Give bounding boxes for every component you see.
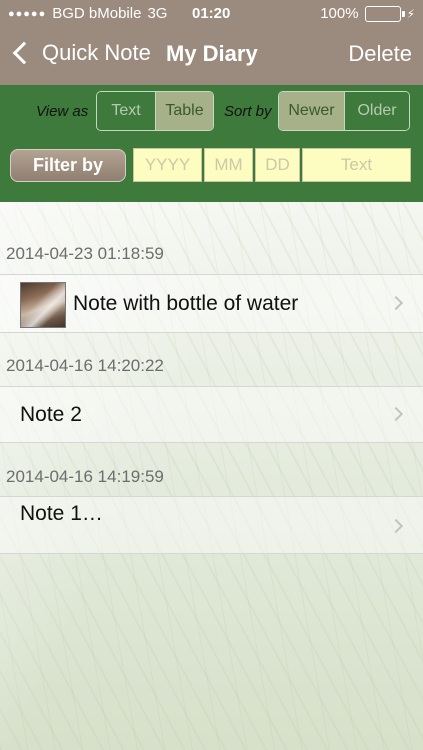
carrier-name: BGD bMobile: [52, 5, 142, 22]
list-item[interactable]: Note with bottle of water: [0, 274, 423, 333]
delete-button[interactable]: Delete: [348, 41, 412, 67]
chevron-left-icon: [12, 41, 36, 65]
top-bar: ●●●●● BGD bMobile 3G 01:20 100% ⚡ Quick …: [0, 0, 423, 85]
status-left: ●●●●● BGD bMobile 3G: [8, 5, 167, 22]
chevron-right-icon: [388, 518, 404, 534]
navigation-bar: Quick Note My Diary Delete: [0, 38, 423, 74]
page-title: My Diary: [166, 41, 258, 66]
status-bar: ●●●●● BGD bMobile 3G 01:20 100% ⚡: [0, 0, 423, 28]
entry-title: Note 2: [20, 403, 82, 426]
view-option-table[interactable]: Table: [155, 92, 213, 130]
view-option-text[interactable]: Text: [97, 92, 155, 130]
entry-date-header: 2014-04-23 01:18:59: [6, 244, 164, 263]
entry-date-header: 2014-04-16 14:19:59: [6, 467, 164, 486]
battery-icon: [364, 5, 405, 22]
list-item[interactable]: Note 1…: [0, 496, 423, 554]
filter-year-input[interactable]: [133, 148, 202, 182]
status-time: 01:20: [192, 5, 231, 22]
sort-by-label: Sort by: [224, 103, 272, 120]
filter-by-button[interactable]: Filter by: [10, 149, 126, 182]
network-type: 3G: [147, 5, 168, 22]
chevron-right-icon: [388, 295, 404, 311]
entry-thumbnail: [20, 282, 66, 328]
entry-title: Note with bottle of water: [73, 292, 299, 315]
controls-panel: View as Text Table Sort by Newer Older: [0, 85, 423, 202]
sort-option-older[interactable]: Older: [344, 92, 409, 130]
sort-by-segmented-control: Newer Older: [278, 91, 410, 131]
charging-bolt-icon: ⚡: [406, 6, 415, 21]
signal-strength-icon: ●●●●●: [8, 7, 47, 20]
filter-text-input[interactable]: [302, 148, 411, 182]
filter-fields: [133, 148, 411, 182]
view-as-label: View as: [36, 103, 89, 120]
sort-option-newer[interactable]: Newer: [279, 92, 344, 130]
battery-percent: 100%: [320, 5, 359, 22]
status-right: 100% ⚡: [320, 5, 415, 22]
entry-title: Note 1…: [20, 502, 103, 525]
view-as-segmented-control: Text Table: [96, 91, 214, 131]
back-button[interactable]: Quick Note: [10, 40, 151, 66]
chevron-right-icon: [388, 406, 404, 422]
filter-month-input[interactable]: [204, 148, 253, 182]
list-item[interactable]: Note 2: [0, 386, 423, 443]
entry-date-header: 2014-04-16 14:20:22: [6, 356, 164, 375]
filter-day-input[interactable]: [255, 148, 300, 182]
back-button-label: Quick Note: [42, 40, 151, 65]
